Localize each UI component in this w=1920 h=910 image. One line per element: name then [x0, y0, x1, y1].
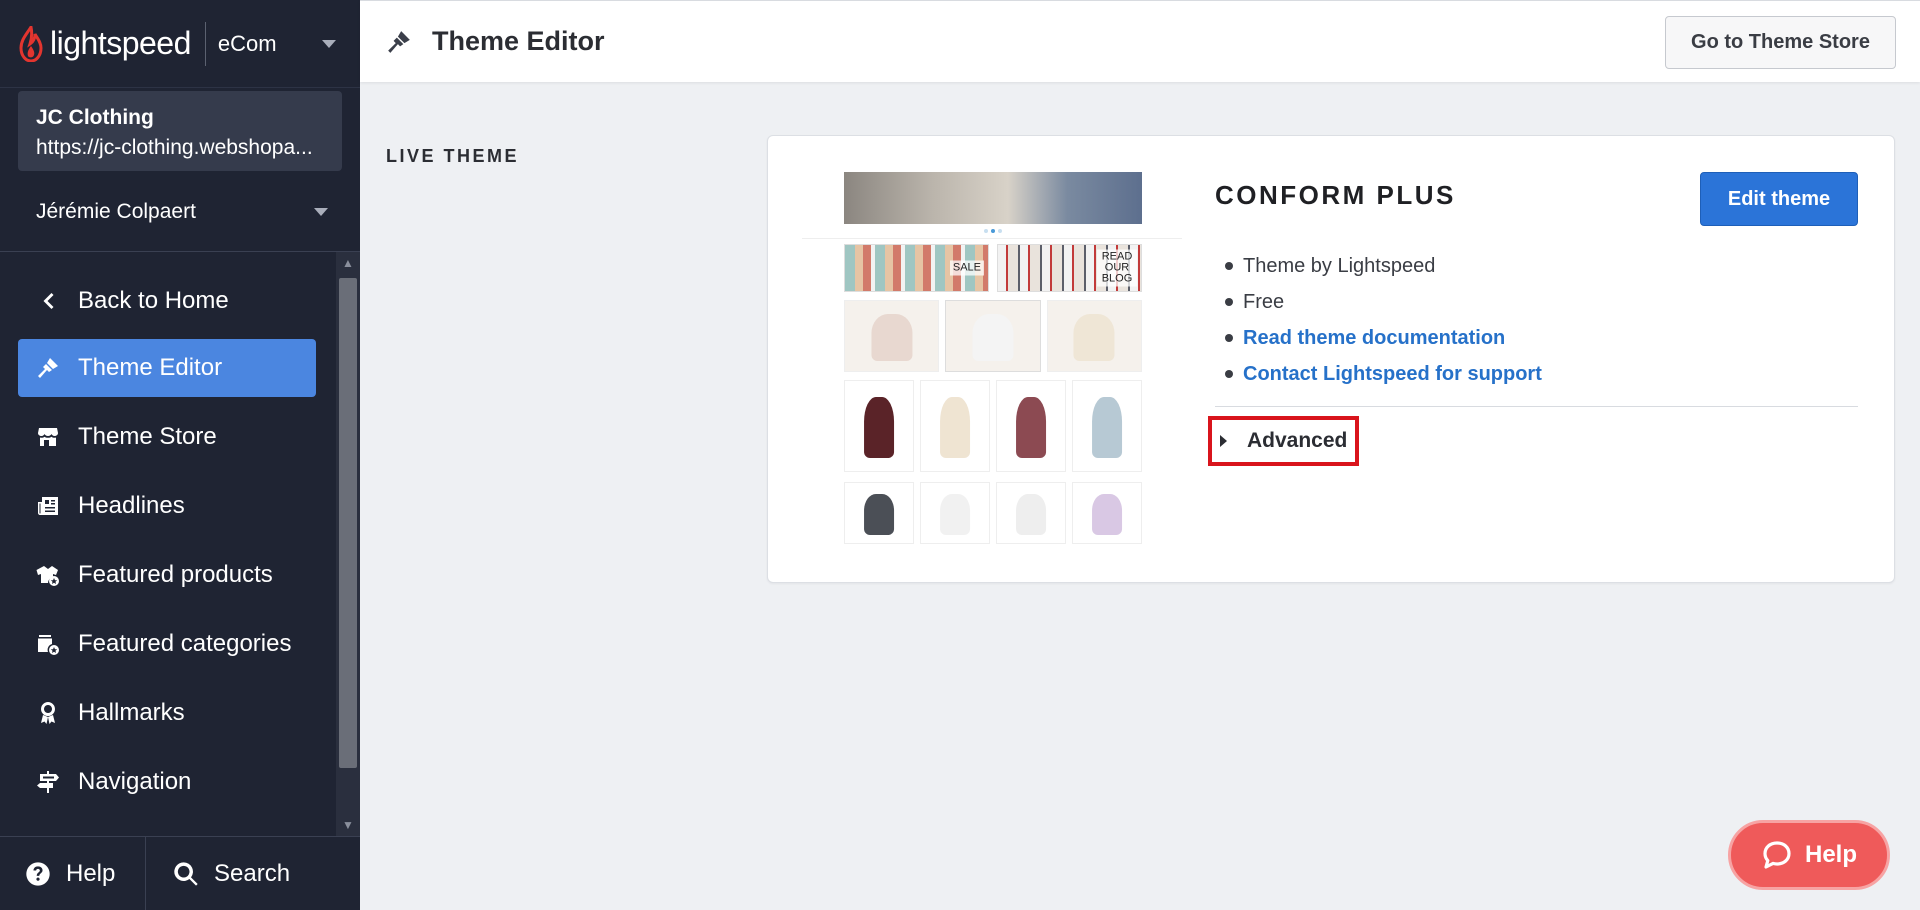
sidebar-item-label: Featured categories: [78, 630, 292, 657]
sidebar-item-label: Headlines: [78, 492, 185, 519]
question-circle-icon: [26, 862, 50, 886]
preview-product: [844, 380, 914, 472]
top-header: Theme Editor Go to Theme Store: [360, 0, 1920, 82]
preview-carousel-dots: [984, 229, 1002, 233]
chevron-down-icon[interactable]: [322, 39, 336, 48]
sidebar-item-label: Navigation: [78, 768, 192, 795]
search-button[interactable]: Search: [146, 837, 290, 910]
chevron-left-icon: [34, 287, 62, 315]
paintbrush-icon: [34, 354, 62, 382]
ribbon-icon: [34, 699, 62, 727]
sidebar-item-label: Featured products: [78, 561, 273, 588]
sidebar-item-theme-store[interactable]: Theme Store: [18, 408, 316, 466]
brand-divider: [204, 21, 206, 66]
page-title: Theme Editor: [432, 26, 605, 56]
preview-product-row: [844, 300, 1142, 372]
theme-name: CONFORM PLUS: [1215, 180, 1456, 210]
preview-product: [996, 380, 1066, 472]
sidebar-item-hallmarks[interactable]: Hallmarks: [18, 684, 316, 742]
sidebar: lightspeed eCom JC Clothing https://jc-c…: [0, 0, 360, 910]
preview-product: [920, 482, 990, 544]
flame-icon: [19, 25, 43, 62]
sidebar-item-label: Theme Editor: [78, 354, 223, 381]
user-menu[interactable]: Jérémie Colpaert: [0, 188, 360, 236]
preview-product: [920, 380, 990, 472]
user-name: Jérémie Colpaert: [36, 200, 196, 223]
shop-name: JC Clothing: [36, 106, 154, 129]
preview-banner-sale-label: SALE: [949, 260, 984, 276]
theme-author: Theme by Lightspeed: [1215, 248, 1542, 284]
sidebar-item-label: Theme Store: [78, 423, 217, 450]
preview-product-row: [844, 380, 1142, 472]
sidebar-nav: Back to Home Theme Editor Theme Store He…: [0, 252, 336, 836]
sidebar-item-label: Back to Home: [78, 287, 229, 314]
advanced-toggle[interactable]: Advanced: [1208, 416, 1360, 466]
logo-text: lightspeed: [50, 25, 191, 61]
section-label: LIVE THEME: [386, 146, 520, 166]
preview-banner-sale: SALE: [844, 244, 989, 292]
theme-documentation-link[interactable]: Read theme documentation: [1215, 320, 1542, 356]
sidebar-item-theme-editor[interactable]: Theme Editor: [18, 339, 316, 397]
preview-product: [844, 482, 914, 544]
caret-right-icon: [1220, 435, 1227, 447]
brand-bar[interactable]: lightspeed eCom: [0, 0, 360, 88]
lightspeed-logo[interactable]: lightspeed: [18, 25, 191, 62]
preview-product: [996, 482, 1066, 544]
featured-categories-icon: [34, 630, 62, 658]
help-label: Help: [66, 860, 116, 887]
shop-url: https://jc-clothing.webshopa...: [36, 136, 313, 159]
theme-price: Free: [1215, 284, 1542, 320]
preview-divider: [802, 238, 1182, 239]
newspaper-icon: [34, 492, 62, 520]
preview-product: [945, 300, 1041, 372]
sidebar-scrollbar[interactable]: ▲ ▼: [336, 252, 360, 836]
sidebar-item-headlines[interactable]: Headlines: [18, 477, 316, 535]
scroll-thumb[interactable]: [339, 278, 357, 768]
featured-products-icon: [34, 561, 62, 589]
advanced-label: Advanced: [1247, 429, 1348, 452]
search-label: Search: [214, 860, 291, 887]
store-icon: [34, 423, 62, 451]
sidebar-item-navigation[interactable]: Navigation: [18, 753, 316, 811]
help-chat-widget[interactable]: Help: [1728, 820, 1890, 890]
search-icon: [174, 862, 198, 886]
sidebar-footer: Help Search: [0, 836, 360, 910]
preview-product: [1046, 300, 1142, 372]
paintbrush-icon: [386, 29, 412, 55]
chevron-down-icon[interactable]: [314, 208, 328, 216]
help-button[interactable]: Help: [0, 837, 146, 910]
preview-product: [844, 300, 940, 372]
product-name: eCom: [217, 30, 277, 56]
sidebar-item-featured-categories[interactable]: Featured categories: [18, 615, 316, 673]
edit-theme-button[interactable]: Edit theme: [1700, 172, 1858, 226]
go-to-theme-store-button[interactable]: Go to Theme Store: [1665, 16, 1896, 69]
sidebar-item-label: Hallmarks: [78, 699, 185, 726]
preview-product: [1072, 380, 1142, 472]
preview-banner-blog: READ OUR BLOG: [997, 244, 1142, 292]
theme-info-list: Theme by Lightspeed Free Read theme docu…: [1215, 248, 1542, 392]
contact-support-link[interactable]: Contact Lightspeed for support: [1215, 356, 1542, 392]
scroll-down-arrow-icon[interactable]: ▼: [336, 814, 360, 836]
help-widget-label: Help: [1804, 841, 1857, 868]
preview-product-row: [844, 482, 1142, 544]
preview-product: [1072, 482, 1142, 544]
sidebar-item-back-to-home[interactable]: Back to Home: [18, 272, 316, 330]
divider: [1215, 406, 1858, 407]
signpost-icon: [34, 768, 62, 796]
sidebar-item-featured-products[interactable]: Featured products: [18, 546, 316, 604]
live-theme-card: SALE READ OUR BLOG CONFORM PLUS Edit the…: [767, 135, 1895, 583]
theme-preview-image[interactable]: SALE READ OUR BLOG: [802, 172, 1182, 550]
preview-hero: [844, 172, 1142, 224]
preview-banner-blog-label: READ OUR BLOG: [1097, 249, 1137, 287]
scroll-up-arrow-icon[interactable]: ▲: [336, 252, 360, 274]
chat-bubble-icon: [1763, 841, 1791, 869]
shop-selector[interactable]: JC Clothing https://jc-clothing.webshopa…: [18, 91, 342, 171]
